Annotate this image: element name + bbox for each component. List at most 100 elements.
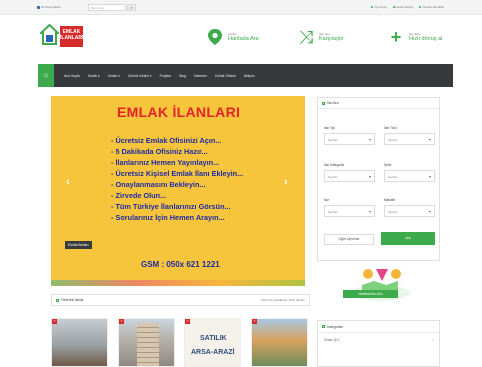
showcase-subtitle: Sizin İçin Seçtiğimiz Vitrin İlanları (261, 298, 305, 302)
slider-next-icon[interactable]: › (284, 176, 288, 188)
thumbnail-text-2: ARSA-ARAZİ (191, 349, 235, 356)
search-icon (322, 101, 325, 105)
slider-prev-icon[interactable]: ‹ (66, 176, 70, 188)
categories-header: Kategoriler (318, 321, 439, 333)
category-field: İlan Kategorisi Seçiniz (324, 163, 375, 182)
top-links: Üye Girişi Hesap Oluştur Ücretsiz İlan E… (371, 5, 444, 9)
slider-phone: GSM : 050x 621 1221 (141, 260, 220, 269)
nav-item-for-sale[interactable]: Satılık ▾ (88, 74, 100, 78)
top-bar: Dil Seçenekleri Site İçi Ara ⌕ Üye Giriş… (0, 0, 482, 15)
slider-lines: - Ücretsiz Emlak Ofisinizi Açın... - 5 D… (111, 136, 243, 224)
map-pin-icon (208, 29, 222, 45)
field-label: İlan Tipi (324, 126, 335, 130)
slider-line: - İlanlarınız Hemen Yayınlayın... (111, 158, 220, 167)
listing-thumbnail[interactable]: × (51, 318, 108, 367)
compare-value: Karşılaştır (319, 36, 344, 42)
listing-type-field: İlan Tipi Seçiniz (324, 126, 375, 145)
slider-line: - 5 Dakikada Ofisiniz Hazır... (111, 147, 208, 156)
thumbnail-text-1: SATILIK (200, 335, 227, 342)
nav-item-for-rent[interactable]: Kiralık ▾ (108, 74, 120, 78)
nav-item-news[interactable]: Haberler (194, 74, 207, 78)
brand-logo[interactable]: EMLAK İLANLARI (60, 26, 83, 47)
chevron-right-icon: › (431, 338, 433, 342)
flag-icon (37, 5, 40, 9)
categories-title: Kategoriler (327, 324, 344, 329)
city-field: Şehir Seçiniz (384, 163, 435, 182)
map-value: Haritada Ara (228, 36, 259, 42)
compare-link[interactable]: ⤨ İlan Seç Karşılaştır (297, 28, 344, 46)
categories-box: Kategoriler Kiralık (67) › (317, 320, 440, 367)
district-select[interactable]: Seçiniz (324, 205, 375, 217)
neighborhood-field: Mahalle Seçiniz (384, 198, 435, 217)
slider-line: - Sorularınız İçin Hemen Arayın... (111, 213, 225, 222)
category-label: Kiralık (67) (324, 338, 340, 342)
slider-line: - Ücretsiz Emlak Ofisinizi Açın... (111, 136, 222, 145)
login-link[interactable]: Üye Girişi (371, 5, 387, 9)
slider-bottom-strip (51, 280, 305, 286)
field-label: İlan Kategorisi (324, 163, 345, 167)
search-button[interactable]: Ara (381, 232, 435, 245)
language-selector[interactable]: Dil Seçenekleri (37, 5, 61, 9)
search-panel-title: İlan Ara (327, 101, 339, 105)
language-label: Dil Seçenekleri (41, 5, 62, 9)
nav-item-contact[interactable]: İletişim (244, 74, 255, 78)
slider-line: - Zirvede Olun... (111, 191, 167, 200)
field-label: Şehir (384, 163, 392, 167)
map-promo-illustration[interactable] (340, 265, 420, 305)
city-select[interactable]: Seçiniz (384, 170, 435, 182)
nav-item-daily-rent[interactable]: Günlük Kiralık ▾ (128, 74, 152, 78)
nav-item-blog[interactable]: Blog (179, 74, 186, 78)
brand-line-2: İLANLARI (60, 35, 84, 41)
map-search-button[interactable]: Haritada İlan Ara (343, 290, 398, 298)
shuffle-icon: ⤨ (298, 27, 314, 47)
add-listing-link[interactable]: Ücretsiz İlan Ekle (419, 5, 444, 9)
search-icon[interactable]: ⌕ (127, 4, 136, 11)
nav-item-home[interactable]: Ana Sayfa (64, 74, 80, 78)
slider-line: - Onaylanmasını Bekleyin... (111, 180, 206, 189)
register-link[interactable]: Hesap Oluştur (392, 5, 413, 9)
user-plus-icon (392, 6, 395, 8)
listing-kind-select[interactable]: Seçiniz (384, 133, 435, 145)
slider-badge: Emlak İlanları (65, 241, 92, 249)
more-details-button[interactable]: Diğer Ayrıntılar (324, 234, 374, 245)
listing-thumbnail[interactable]: SATILIK ARSA-ARAZİ × (184, 318, 241, 367)
hero-slider[interactable]: EMLAK İLANLARI - Ücretsiz Emlak Ofisiniz… (51, 96, 305, 286)
close-icon[interactable]: × (52, 319, 57, 324)
search-panel: İlan Ara İlan Tipi Seçiniz İlan Türü Seç… (317, 97, 440, 261)
user-icon (371, 6, 374, 8)
showcase-title: Vitrindeki İlanlar (61, 298, 84, 302)
field-label: İlçe (324, 198, 329, 202)
field-label: İlan Türü (384, 126, 397, 130)
add-value: Hızlı dönüş al (409, 36, 443, 42)
listing-type-select[interactable]: Seçiniz (324, 133, 375, 145)
neighborhood-select[interactable]: Seçiniz (384, 205, 435, 217)
add-listing-header-link[interactable]: + İlan Ekle Hızlı dönüş al (387, 27, 443, 47)
search-panel-header: İlan Ara (318, 98, 439, 109)
grid-icon (56, 298, 59, 302)
category-select[interactable]: Seçiniz (324, 170, 375, 182)
slider-line: - Tüm Türkiye İlanlarınızı Görsün... (111, 202, 231, 211)
field-label: Mahalle (384, 198, 396, 202)
list-icon (322, 325, 325, 328)
close-icon[interactable]: × (185, 319, 190, 324)
listing-kind-field: İlan Türü Seçiniz (384, 126, 435, 145)
nav-item-offices[interactable]: Emlak Ofisleri (215, 74, 236, 78)
plus-icon: + (390, 27, 402, 47)
district-field: İlçe Seçiniz (324, 198, 375, 217)
home-icon[interactable]: ⌂ (38, 64, 54, 87)
slider-line: - Ücretsiz Kişisel Emlak İlanı Ekleyin..… (111, 169, 244, 178)
map-search-link[interactable]: Harita Haritada Ara (206, 28, 259, 46)
showcase-header: Vitrindeki İlanlar Sizin İçin Seçtiğimiz… (51, 294, 310, 306)
close-icon[interactable]: × (252, 319, 257, 324)
nav-item-projects[interactable]: Projeler (160, 74, 172, 78)
category-item[interactable]: Kiralık (67) › (318, 333, 439, 347)
listing-thumbnail[interactable]: × (118, 318, 175, 367)
building-image (137, 323, 159, 366)
close-icon[interactable]: × (119, 319, 124, 324)
listing-thumbnail[interactable]: × (251, 318, 308, 367)
slider-title: EMLAK İLANLARI (117, 104, 241, 120)
plus-icon (419, 6, 422, 8)
house-logo-icon[interactable] (40, 24, 59, 45)
site-search-input[interactable]: Site İçi Ara (88, 4, 126, 11)
main-nav: ⌂ Ana Sayfa Satılık ▾ Kiralık ▾ Günlük K… (38, 64, 453, 87)
